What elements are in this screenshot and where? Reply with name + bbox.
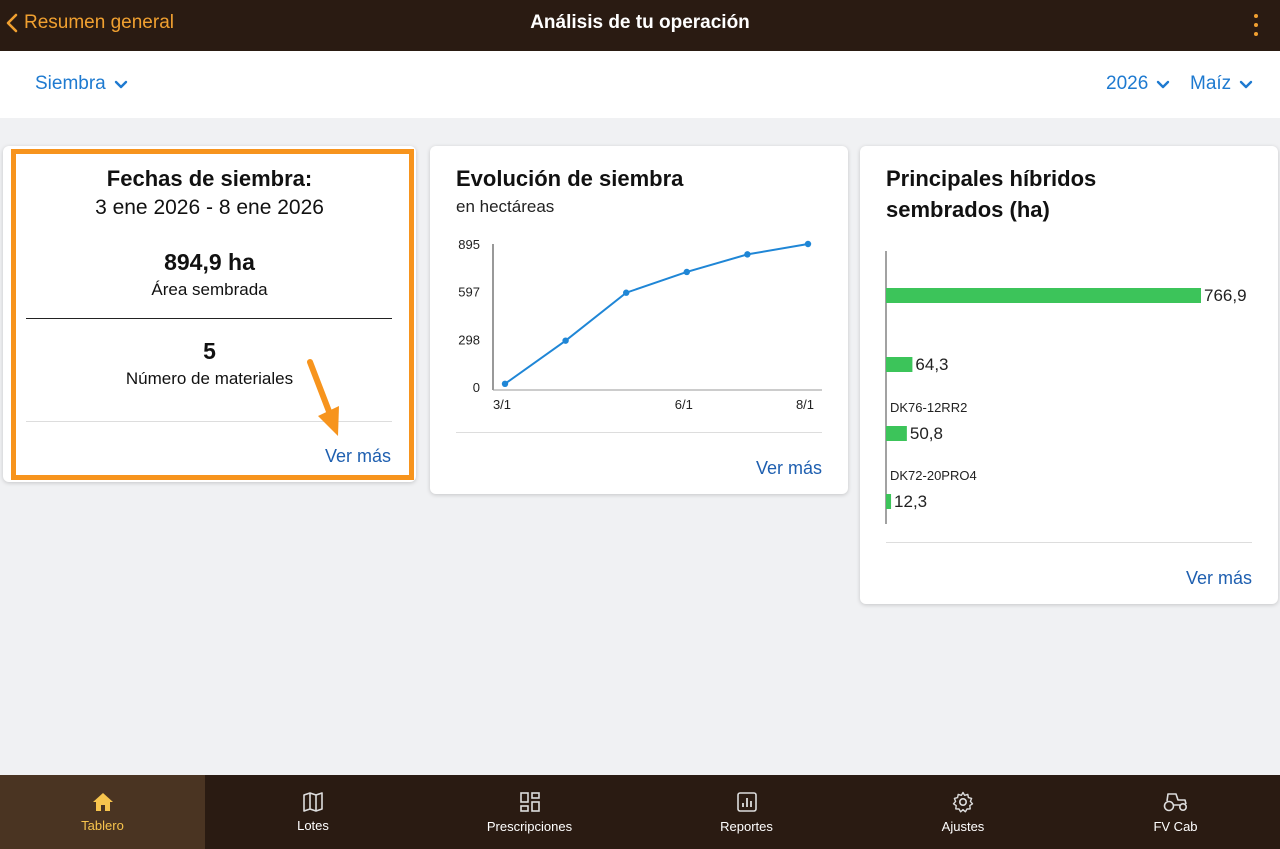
crop-dropdown-label: Maíz	[1190, 73, 1232, 94]
activity-dropdown-label: Siembra	[35, 73, 106, 94]
crop-dropdown[interactable]: Maíz	[1190, 73, 1253, 95]
year-dropdown-label: 2026	[1106, 73, 1149, 94]
sowing-dates-card: Fechas de siembra: 3 ene 2026 - 8 ene 20…	[3, 146, 416, 482]
year-dropdown[interactable]: 2026	[1106, 73, 1170, 95]
nav-tab-fv-cab[interactable]: FV Cab	[1071, 775, 1280, 849]
footer-divider	[886, 542, 1252, 543]
sowing-date-range: 3 ene 2026 - 8 ene 2026	[95, 196, 324, 219]
bar-value-label: 64,3	[915, 355, 948, 374]
bar	[886, 357, 913, 372]
evolution-line-chart: 0 298 597 895 3/1 6/1 8/1	[458, 237, 822, 412]
chevron-down-icon	[1157, 80, 1170, 88]
top-hybrids-card: Principales híbridos sembrados (ha) 766,…	[860, 146, 1278, 604]
sowing-see-more-link[interactable]: Ver más	[325, 446, 391, 467]
nav-tab-prescripciones[interactable]: Prescripciones	[421, 775, 638, 849]
sown-area-label: Área sembrada	[151, 280, 268, 299]
bar-value-label: 766,9	[1204, 286, 1247, 305]
hybrids-bar-chart: 766,9 64,3 DK76-12RR2 50,8 DK72-20PRO4 12,3	[885, 251, 1247, 524]
y-tick-label: 895	[458, 237, 480, 252]
y-tick-label: 597	[458, 285, 480, 300]
footer-divider	[456, 432, 822, 433]
hybrids-title-line2: sembrados (ha)	[886, 197, 1050, 222]
x-tick-label: 3/1	[493, 397, 511, 412]
more-options-icon[interactable]	[1252, 14, 1260, 36]
hybrids-title-line1: Principales híbridos	[886, 166, 1097, 191]
nav-tab-ajustes[interactable]: Ajustes	[855, 775, 1071, 849]
bar	[886, 426, 907, 441]
home-icon	[92, 792, 113, 811]
data-point	[683, 268, 690, 276]
bar-value-label: 50,8	[910, 424, 943, 443]
data-point	[501, 380, 509, 388]
evolution-subtitle: en hectáreas	[456, 197, 555, 216]
materials-count-value: 5	[203, 338, 216, 364]
x-tick-label: 6/1	[675, 397, 693, 412]
chevron-down-icon	[114, 80, 127, 88]
page-title: Análisis de tu operación	[530, 12, 750, 33]
bar-category-label: DK76-12RR2	[890, 400, 967, 415]
nav-label: FV Cab	[1153, 818, 1198, 834]
nav-label: Tablero	[81, 817, 124, 833]
nav-tab-reportes[interactable]: Reportes	[638, 775, 855, 849]
data-point	[744, 251, 751, 258]
materials-count-label: Número de materiales	[125, 369, 294, 388]
nav-label: Prescripciones	[486, 818, 573, 834]
y-tick-label: 298	[458, 332, 480, 347]
gear-icon	[952, 791, 974, 812]
top-bar: Resumen general Análisis de tu operación	[0, 0, 1280, 51]
activity-dropdown[interactable]: Siembra	[35, 73, 128, 95]
bar	[886, 288, 1201, 303]
bar	[886, 494, 892, 509]
sowing-dates-title: Fechas de siembra:	[106, 166, 313, 191]
bottom-navigation: Tablero Lotes Prescripciones Reportes Aj…	[0, 775, 1280, 849]
x-tick-label: 8/1	[796, 397, 814, 412]
sowing-evolution-card: Evolución de siembra en hectáreas 0 298 59…	[430, 146, 848, 494]
arrow-pointer-icon	[307, 359, 339, 436]
data-point	[562, 337, 569, 344]
sown-area-value: 894,9 ha	[164, 249, 255, 275]
tractor-icon	[1163, 792, 1187, 811]
grid-icon	[519, 791, 540, 812]
nav-tab-lotes[interactable]: Lotes	[205, 775, 421, 849]
nav-label: Ajustes	[941, 818, 985, 834]
nav-label: Reportes	[720, 818, 773, 834]
hybrids-see-more-link[interactable]: Ver más	[1186, 568, 1252, 589]
chevron-down-icon	[1239, 80, 1253, 88]
evolution-title: Evolución de siembra	[456, 166, 684, 191]
bar-value-label: 12,3	[894, 492, 927, 511]
map-icon	[303, 791, 323, 812]
evolution-see-more-link[interactable]: Ver más	[756, 458, 822, 479]
y-tick-label: 0	[473, 380, 480, 395]
section-divider	[26, 318, 392, 319]
data-point	[623, 289, 630, 296]
data-point	[804, 240, 812, 248]
report-icon	[736, 791, 757, 812]
nav-label: Lotes	[297, 817, 329, 833]
bar-category-label: DK72-20PRO4	[890, 468, 977, 483]
nav-tab-tablero[interactable]: Tablero	[0, 775, 205, 849]
filter-bar: Siembra 2026 Maíz	[0, 51, 1280, 118]
series-line	[504, 243, 809, 385]
